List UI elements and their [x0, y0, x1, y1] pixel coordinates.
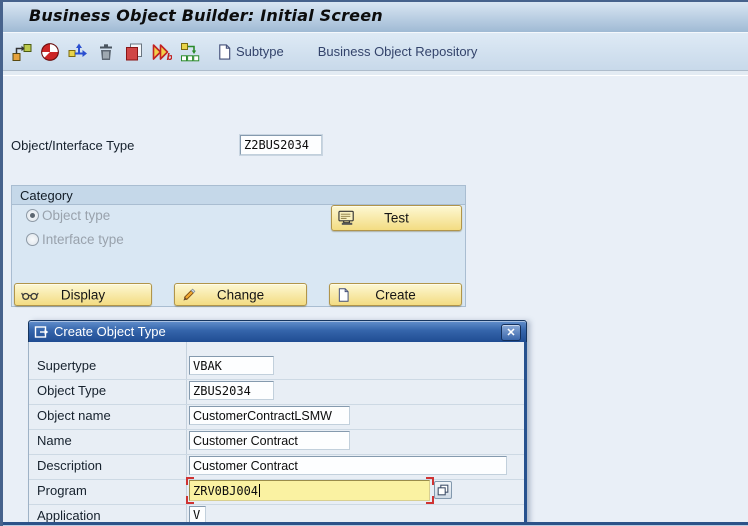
program-row: Program ZRV0BJ004 [29, 477, 524, 505]
program-field-value: ZRV0BJ004 [193, 483, 259, 498]
matchcode-button[interactable] [434, 481, 452, 499]
change-button[interactable]: Change [174, 283, 307, 306]
supertype-label: Supertype [37, 358, 97, 373]
object-name-row: Object name CustomerContractLSMW [29, 404, 524, 430]
category-groupbox-header: Category [12, 186, 465, 205]
radio-interface-type-label: Interface type [42, 232, 124, 247]
close-icon[interactable]: ✕ [501, 324, 521, 341]
object-name-label: Object name [37, 408, 111, 423]
new-document-icon [216, 43, 233, 61]
sap-window: Business Object Builder: Initial Screen [0, 0, 748, 526]
radio-object-type-label: Object type [42, 208, 111, 223]
subtype-label: Subtype [236, 44, 284, 59]
supertype-field[interactable]: VBAK [189, 356, 274, 375]
dialog-title: Create Object Type [54, 324, 166, 339]
name-field[interactable]: Customer Contract [189, 431, 350, 450]
create-button-label: Create [375, 287, 416, 302]
object-type-field[interactable]: ZBUS2034 [189, 381, 274, 400]
radio-object-type[interactable]: Object type [26, 208, 110, 223]
test-button-label: Test [384, 210, 409, 226]
application-toolbar: b Subtype Business Object Repository [3, 33, 748, 70]
radio-interface-type[interactable]: Interface type [26, 232, 124, 247]
description-row: Description Customer Contract [29, 454, 524, 480]
program-field[interactable]: ZRV0BJ004 [189, 480, 430, 501]
create-object-type-dialog: Create Object Type ✕ Supertype VBAK Obje… [28, 320, 527, 526]
dialog-titlebar[interactable]: Create Object Type ✕ [28, 320, 527, 342]
display-button[interactable]: Display [14, 283, 152, 306]
bottom-border [3, 522, 748, 526]
radio-button-icon [26, 233, 39, 246]
dialog-window-icon [34, 324, 50, 340]
radio-button-selected-icon [26, 209, 39, 222]
name-label: Name [37, 433, 72, 448]
overlapping-pages-icon [437, 484, 449, 496]
object-type-row: Object Type ZBUS2034 [29, 379, 524, 405]
object-type-label: Object Type [37, 383, 107, 398]
generate-icon[interactable] [180, 42, 200, 62]
check-circle-icon[interactable] [40, 42, 60, 62]
business-object-repository-button[interactable]: Business Object Repository [318, 44, 478, 59]
delete-icon[interactable] [96, 42, 116, 62]
object-name-field[interactable]: CustomerContractLSMW [189, 406, 350, 425]
move-icon[interactable] [68, 42, 88, 62]
toolbar-separator [3, 70, 748, 76]
dialog-body: Supertype VBAK Object Type ZBUS2034 Obje… [28, 342, 527, 526]
application-label: Application [37, 508, 101, 523]
copy-icon[interactable] [124, 42, 144, 62]
object-interface-type-label: Object/Interface Type [11, 138, 135, 153]
relationships-icon[interactable] [12, 42, 32, 62]
display-button-label: Display [60, 287, 106, 302]
change-button-label: Change [216, 287, 265, 302]
program-label: Program [37, 483, 87, 498]
subtype-button[interactable]: Subtype [216, 43, 284, 61]
debug-icon[interactable]: b [152, 42, 172, 62]
object-interface-type-field[interactable]: Z2BUS2034 [240, 135, 322, 155]
test-button[interactable]: Test [331, 205, 462, 231]
supertype-row: Supertype VBAK [29, 354, 524, 380]
application-field[interactable]: V [189, 506, 206, 523]
category-groupbox: Category Object type Interface type Test [11, 185, 466, 307]
svg-text:b: b [167, 53, 173, 62]
name-row: Name Customer Contract [29, 429, 524, 455]
create-button[interactable]: Create [329, 283, 462, 306]
text-cursor [259, 484, 261, 497]
description-label: Description [37, 458, 103, 473]
description-field[interactable]: Customer Contract [189, 456, 507, 475]
page-title: Business Object Builder: Initial Screen [29, 6, 383, 25]
category-title: Category [20, 187, 73, 203]
window-titlebar: Business Object Builder: Initial Screen [3, 2, 748, 33]
